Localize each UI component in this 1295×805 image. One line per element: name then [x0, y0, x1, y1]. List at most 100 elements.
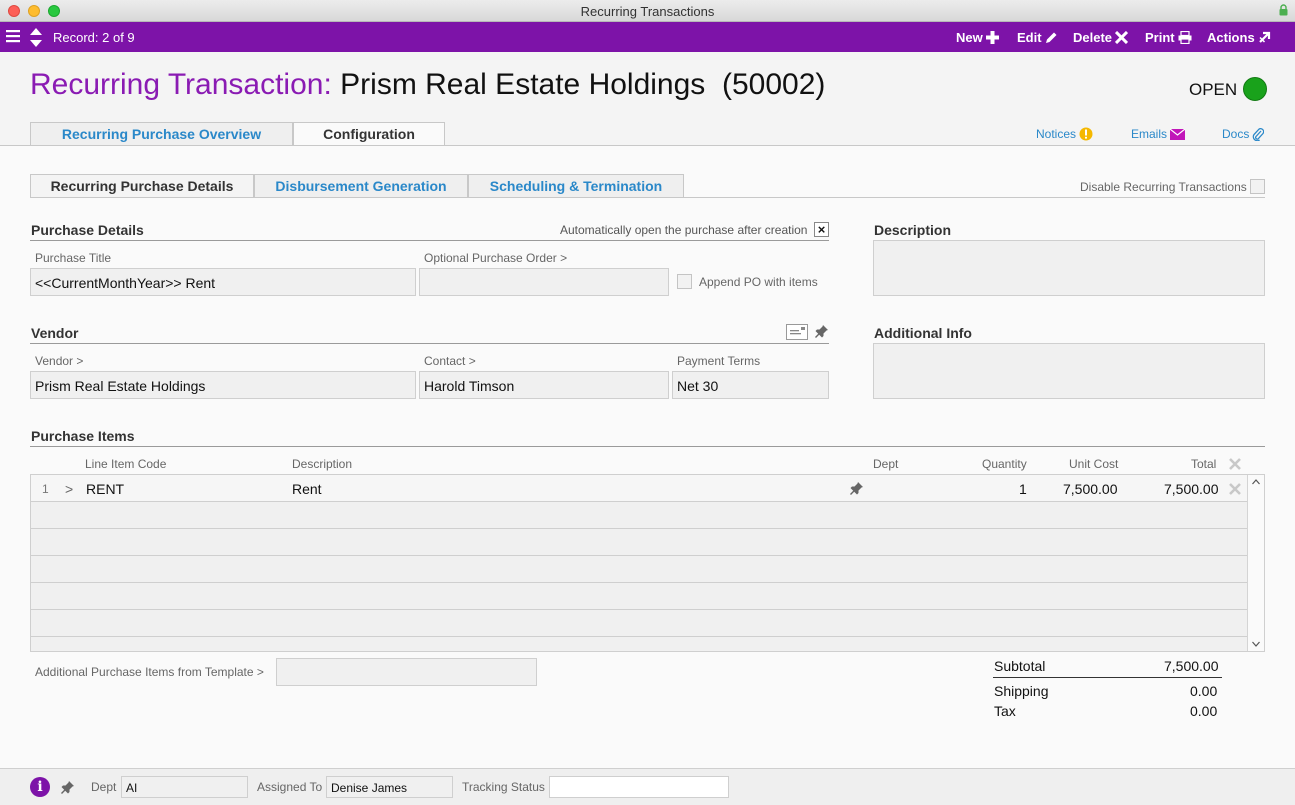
envelope-icon	[1170, 128, 1186, 140]
purchase-items-grid: 1 > RENT Rent 1 7,500.00 7,500.00	[30, 474, 1265, 652]
emails-label: Emails	[1131, 127, 1168, 141]
row-pin-icon[interactable]	[850, 482, 863, 495]
shipping-value: 0.00	[1190, 683, 1218, 699]
additional-info-field[interactable]	[873, 343, 1265, 399]
purchase-details-divider	[30, 240, 829, 241]
print-button[interactable]: Print	[1145, 30, 1192, 45]
disable-recurring-label: Disable Recurring Transactions	[1080, 180, 1247, 194]
record-counter: Record: 2 of 9	[53, 30, 135, 45]
scroll-up-icon[interactable]	[1252, 479, 1260, 485]
window-titlebar: Recurring Transactions	[0, 0, 1295, 22]
subtotal-value: 7,500.00	[1164, 658, 1219, 674]
warning-icon	[1079, 127, 1093, 141]
docs-link[interactable]: Docs	[1222, 127, 1265, 141]
auto-open-label: Automatically open the purchase after cr…	[560, 223, 808, 237]
emails-link[interactable]: Emails	[1131, 127, 1186, 141]
contact-field[interactable]: Harold Timson	[419, 371, 669, 399]
tax-value: 0.00	[1190, 703, 1218, 719]
purchase-order-field[interactable]	[419, 268, 669, 296]
totals-divider	[993, 677, 1222, 678]
purchase-details-heading: Purchase Details	[31, 222, 144, 238]
row-quantity[interactable]: 1	[1019, 481, 1027, 497]
contact-label: Contact >	[424, 354, 476, 368]
table-row[interactable]	[31, 502, 1248, 529]
footer-dept-field[interactable]: AI	[121, 776, 248, 798]
template-items-field[interactable]	[276, 658, 537, 686]
record-stepper-icon[interactable]	[29, 28, 43, 47]
col-quantity: Quantity	[982, 457, 1027, 471]
delete-label: Delete	[1073, 30, 1113, 45]
grid-scrollbar[interactable]	[1247, 475, 1264, 651]
actions-button[interactable]: Actions	[1207, 30, 1271, 45]
payment-terms-label: Payment Terms	[677, 354, 761, 368]
subtab-divider	[30, 197, 1265, 198]
row-code[interactable]: RENT	[86, 481, 124, 497]
table-row[interactable]	[31, 556, 1248, 583]
append-po-checkbox[interactable]	[677, 274, 692, 289]
table-row[interactable]	[31, 610, 1248, 637]
info-icon[interactable]: i	[30, 777, 50, 797]
page-title-name: Prism Real Estate Holdings (50002)	[340, 68, 826, 101]
row-total[interactable]: 7,500.00	[1164, 481, 1219, 497]
table-row[interactable]	[31, 529, 1248, 556]
tab-recurring-purchase-overview[interactable]: Recurring Purchase Overview	[30, 122, 293, 146]
col-description: Description	[292, 457, 353, 471]
delete-button[interactable]: Delete	[1073, 30, 1129, 45]
shipping-label: Shipping	[994, 683, 1049, 699]
paperclip-icon	[1253, 128, 1265, 141]
footer-pin-icon[interactable]	[61, 781, 74, 794]
pencil-icon	[1045, 32, 1057, 43]
notices-link[interactable]: Notices	[1036, 127, 1093, 141]
assigned-to-field[interactable]: Denise James	[326, 776, 453, 798]
append-po-label: Append PO with items	[699, 275, 818, 289]
menu-icon[interactable]	[6, 30, 20, 43]
purchase-items-heading: Purchase Items	[31, 428, 135, 444]
subtotal-label: Subtotal	[994, 658, 1046, 674]
auto-open-checkbox[interactable]: ×	[814, 222, 829, 237]
docs-label: Docs	[1222, 127, 1250, 141]
plus-icon	[985, 31, 999, 44]
row-expand-button[interactable]: >	[65, 481, 73, 497]
table-row[interactable]: 1 > RENT Rent 1 7,500.00 7,500.00	[31, 475, 1248, 502]
payment-terms-field[interactable]: Net 30	[672, 371, 829, 399]
additional-info-heading: Additional Info	[874, 325, 972, 341]
col-total: Total	[1191, 457, 1217, 471]
edit-label: Edit	[1017, 30, 1042, 45]
page-title: Recurring Transaction: Prism Real Estate…	[30, 68, 825, 102]
scroll-down-icon[interactable]	[1252, 641, 1260, 647]
delete-row-icon[interactable]	[1229, 483, 1241, 495]
subtab-recurring-purchase-details[interactable]: Recurring Purchase Details	[30, 174, 254, 198]
contact-card-icon[interactable]	[786, 324, 808, 340]
vendor-field[interactable]: Prism Real Estate Holdings	[30, 371, 416, 399]
clear-all-icon[interactable]	[1229, 458, 1241, 470]
subtab-disbursement-generation[interactable]: Disbursement Generation	[254, 174, 468, 198]
footer-bar: i Dept AI Assigned To Denise James Track…	[0, 768, 1295, 805]
new-label: New	[956, 30, 983, 45]
description-field[interactable]	[873, 240, 1265, 296]
status-label: OPEN	[1189, 80, 1238, 99]
purchase-order-label: Optional Purchase Order >	[424, 251, 568, 265]
col-unit-cost: Unit Cost	[1069, 457, 1119, 471]
window-title: Recurring Transactions	[580, 4, 715, 19]
description-heading: Description	[874, 222, 952, 238]
purchase-title-field[interactable]: <<CurrentMonthYear>> Rent	[30, 268, 416, 296]
record-toolbar: Record: 2 of 9 New Edit Delete Print Act…	[0, 22, 1295, 52]
actions-label: Actions	[1207, 30, 1255, 45]
printer-icon	[1178, 31, 1192, 44]
edit-button[interactable]: Edit	[1017, 30, 1058, 45]
status-indicator	[1243, 77, 1267, 101]
row-description[interactable]: Rent	[292, 481, 322, 497]
row-number: 1	[42, 482, 49, 496]
disable-recurring-checkbox[interactable]	[1250, 179, 1265, 194]
tab-configuration[interactable]: Configuration	[293, 122, 445, 147]
subtab-scheduling-termination[interactable]: Scheduling & Termination	[468, 174, 684, 198]
new-button[interactable]: New	[956, 30, 999, 45]
row-unit-cost[interactable]: 7,500.00	[1063, 481, 1118, 497]
tax-label: Tax	[994, 703, 1016, 719]
vendor-heading: Vendor	[31, 325, 79, 341]
tracking-status-label: Tracking Status	[462, 780, 545, 794]
tracking-status-field[interactable]	[549, 776, 729, 798]
pin-icon[interactable]	[815, 325, 828, 338]
assigned-to-label: Assigned To	[257, 780, 323, 794]
table-row[interactable]	[31, 583, 1248, 610]
